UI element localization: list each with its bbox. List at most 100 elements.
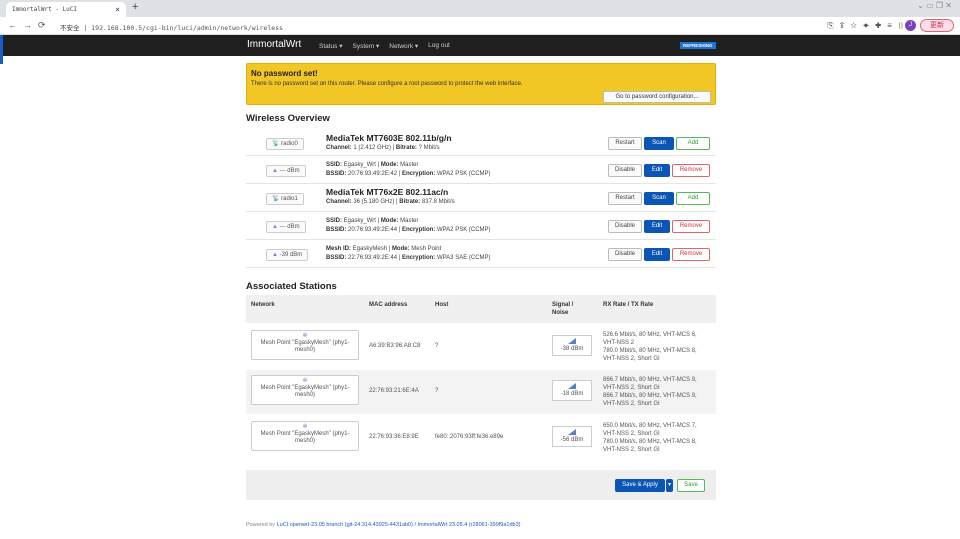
window-controls-icon[interactable]: ⌄ ▭ ❐ ✕ [917,1,952,10]
network-badge[interactable]: ✲ Mesh Point "EgaskyMesh" (phy1-mesh0) [251,330,359,360]
menu-system[interactable]: System ▾ [353,42,380,50]
badge-text: radio0 [281,140,298,147]
browser-tab[interactable]: ImmortalWrt - LuCI × [6,2,126,17]
radio-row: 📡 radio0 MediaTek MT7603E 802.11b/g/n Cha… [246,131,716,156]
label: Bitrate: [395,145,417,151]
menu-logout[interactable]: Log out [428,42,450,50]
toolbar-icons[interactable]: ⎘⇪☆✦✚≡▯ [827,21,910,31]
radio-model: MediaTek MT7603E 802.11b/g/n [326,133,452,143]
col-mac: MAC address [369,302,408,308]
label: SSID: [326,218,343,224]
value: Master [398,218,419,224]
add-button[interactable]: Add [676,192,710,205]
network-name: Mesh Point "EgaskyMesh" (phy1-mesh0) [260,385,350,398]
disable-button[interactable]: Disable [608,164,642,177]
signal-badge: -56 dBm [552,426,592,447]
remove-button[interactable]: Remove [672,164,710,177]
update-button[interactable]: 更新 [920,19,954,32]
signal-value: -56 dBm [560,437,584,443]
network-line1: SSID: Egasky_Wrt | Mode: Master [326,161,491,170]
signal-icon: ▲ [272,251,278,258]
row-line2: Channel: 1 (2.412 GHz) | Bitrate: ? Mbit… [326,144,452,153]
station-row: ✲ Mesh Point "EgaskyMesh" (phy1-mesh0) 22… [246,416,716,460]
add-button[interactable]: Add [676,137,710,150]
edit-button[interactable]: Edit [644,164,670,177]
label: BSSID: [326,171,347,177]
label: Mode: [391,246,410,252]
luci-link[interactable]: LuCI openwrt-23.05 branch (git-24.314.43… [277,522,521,528]
label: SSID: [326,162,343,168]
warning-text: There is no password set on this router.… [251,81,523,87]
signal-badge: ▲ --- dBm [266,164,306,177]
badge-text: radio1 [281,195,298,202]
col-signal: Signal / Noise [552,302,574,316]
label: Bitrate: [399,199,421,205]
warning-box: No password set! There is no password se… [246,63,716,105]
restart-button[interactable]: Restart [608,192,642,205]
password-config-button[interactable]: Go to password configuration... [603,91,711,103]
signal-badge: ▲ --- dBm [266,220,306,233]
signal-icon: ▲ [272,167,278,174]
row-info: MediaTek MT7603E 802.11b/g/n Channel: 1 (… [326,133,452,153]
col-rates: RX Rate / TX Rate [603,302,654,308]
edit-button[interactable]: Edit [644,220,670,233]
row-info: Mesh ID: EgaskyMesh | Mode: Mesh Point BS… [326,245,491,263]
network-line1: SSID: Egasky_Wrt | Mode: Master [326,217,491,226]
signal-icon [568,338,576,344]
address-bar: ←→⟳ 不安全 | 192.168.100.5/cgi-bin/luci/adm… [0,17,960,35]
col-host: Host [435,302,449,308]
value: 36 (5.180 GHz) | [351,199,400,205]
url-field[interactable]: 不安全 | 192.168.100.5/cgi-bin/luci/admin/n… [60,22,283,32]
url-text: 192.168.100.5/cgi-bin/luci/admin/network… [91,24,284,32]
rx-tx-rate: 866.7 Mbit/s, 80 MHz, VHT-MCS 9, VHT-NSS… [603,377,697,407]
wireless-overview-title: Wireless Overview [246,113,330,124]
new-tab-icon[interactable]: + [132,1,138,13]
host: fe80::2076:93ff:fe36:e89e [435,434,504,440]
label: BSSID: [326,227,347,233]
label: BSSID: [326,255,347,261]
save-button[interactable]: Save [677,479,705,492]
edit-button[interactable]: Edit [644,248,670,261]
signal-icon: ▲ [272,223,278,230]
radio-icon: 📡 [272,195,280,202]
menu-network[interactable]: Network ▾ [389,42,418,50]
signal-icon [568,429,576,435]
radio-model: MediaTek MT76x2E 802.11ac/n [326,187,449,197]
host: ? [435,343,439,349]
label: Channel: [326,199,352,205]
brand[interactable]: ImmortalWrt [247,39,301,50]
close-tab-icon[interactable]: × [115,5,120,14]
avatar[interactable]: J [905,20,916,31]
row-line2: BSSID: 20:76:93:49:2E:42 | Encryption: W… [326,170,491,179]
label: Encryption: [401,171,436,177]
remove-button[interactable]: Remove [672,220,710,233]
value: WPA2 PSK (CCMP) [435,171,491,177]
label: Mode: [380,218,399,224]
save-apply-button[interactable]: Save & Apply [615,479,665,492]
restart-button[interactable]: Restart [608,137,642,150]
badge-text: --- dBm [279,223,300,230]
save-apply-dropdown[interactable]: ▾ [666,479,673,492]
menu-status[interactable]: Status ▾ [319,42,343,50]
value: 20:76:93:49:2E:44 | [346,227,402,233]
back-forward-reload-icon[interactable]: ←→⟳ [8,20,52,31]
radio-icon: 📡 [272,140,280,147]
disable-button[interactable]: Disable [608,248,642,261]
network-badge[interactable]: ✲ Mesh Point "EgaskyMesh" (phy1-mesh0) [251,375,359,405]
station-row: ✲ Mesh Point "EgaskyMesh" (phy1-mesh0) 22… [246,370,716,414]
scan-button[interactable]: Scan [644,137,674,150]
badge-text: -39 dBm [279,251,303,258]
rx-tx-rate: 650.0 Mbit/s, 80 MHz, VHT-MCS 7, VHT-NSS… [603,423,697,453]
value: Master [398,162,419,168]
disable-button[interactable]: Disable [608,220,642,233]
radio-badge: 📡 radio1 [266,192,304,205]
refreshing-badge[interactable]: REFRESHING [680,42,716,49]
signal-badge: -18 dBm [552,380,592,401]
network-badge[interactable]: ✲ Mesh Point "EgaskyMesh" (phy1-mesh0) [251,421,359,451]
scroll-indicator [0,56,3,64]
network-name: Mesh Point "EgaskyMesh" (phy1-mesh0) [260,431,350,444]
radio-badge: 📡 radio0 [266,137,304,150]
scan-button[interactable]: Scan [644,192,674,205]
warning-title: No password set! [251,69,318,78]
remove-button[interactable]: Remove [672,248,710,261]
